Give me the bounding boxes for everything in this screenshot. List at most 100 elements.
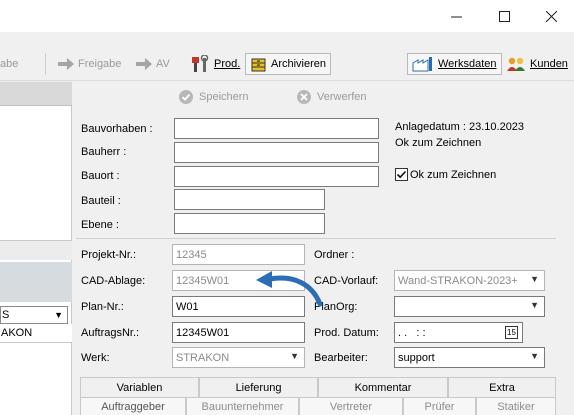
calendar-icon[interactable]: 15 xyxy=(505,326,518,339)
check-circle-icon xyxy=(179,90,193,104)
tab-statiker[interactable]: Statiker xyxy=(476,397,556,415)
toolbar-partial-label: abe xyxy=(0,58,19,70)
tab-label: Extra xyxy=(489,381,515,394)
left-panel-combo[interactable]: S ▼ xyxy=(0,306,68,324)
left-panel-row[interactable]: AKON xyxy=(0,324,72,343)
proddatum-input[interactable]: . . : : 15 xyxy=(394,322,523,343)
form-separator xyxy=(76,238,556,239)
bauort-input[interactable] xyxy=(174,166,379,187)
tab-extra[interactable]: Extra xyxy=(448,377,556,397)
bauteil-input[interactable] xyxy=(174,189,325,210)
tab-kommentar[interactable]: Kommentar xyxy=(318,377,448,397)
prod-label: Prod. xyxy=(214,58,241,70)
auftragsnr-label: AuftragsNr.: xyxy=(81,327,140,339)
bearbeiter-value: support xyxy=(398,351,435,364)
freigabe-label: Freigabe xyxy=(78,58,122,70)
tools-icon xyxy=(192,55,209,72)
tab-label: Bauunternehmer xyxy=(201,400,284,413)
proddatum-value: . . : : xyxy=(398,326,426,339)
minimize-icon xyxy=(450,16,462,17)
tabs-row-1: Variablen Lieferung Kommentar Extra xyxy=(80,377,556,397)
bauherr-input[interactable] xyxy=(174,142,379,163)
close-button[interactable] xyxy=(528,0,574,32)
werk-value: STRAKON xyxy=(176,351,230,364)
tab-variablen[interactable]: Variablen xyxy=(80,377,199,397)
anlagedatum-text: Anlagedatum : 23.10.2023 xyxy=(395,121,525,133)
kunden-button[interactable]: Kunden xyxy=(506,54,568,74)
werk-select[interactable]: STRAKON ▼ xyxy=(172,347,305,368)
archivieren-label: Archivieren xyxy=(271,58,327,70)
tab-label: Vertreter xyxy=(329,400,373,413)
toolbar-partial-button[interactable]: abe xyxy=(0,54,18,74)
tab-label: Kommentar xyxy=(354,381,412,394)
archivieren-button[interactable]: Archivieren xyxy=(245,53,332,75)
projektnr-label: Projekt-Nr.: xyxy=(81,249,137,261)
projektnr-field[interactable]: 12345 xyxy=(172,244,305,265)
chevron-down-icon: ▼ xyxy=(530,274,539,284)
minimize-button[interactable] xyxy=(433,0,479,32)
tab-auftraggeber[interactable]: Auftraggeber xyxy=(80,397,186,415)
tab-bauunternehmer[interactable]: Bauunternehmer xyxy=(186,397,299,415)
tab-lieferung[interactable]: Lieferung xyxy=(199,377,318,397)
bauvorhaben-input[interactable] xyxy=(174,118,379,139)
planorg-select[interactable]: ▼ xyxy=(394,296,545,317)
chevron-down-icon: ▼ xyxy=(530,300,539,310)
ok-zum-zeichnen-checkbox[interactable]: Ok zum Zeichnen xyxy=(395,168,496,181)
ok-zum-zeichnen-label: Ok zum Zeichnen xyxy=(410,168,497,181)
tab-label: Auftraggeber xyxy=(101,400,165,413)
auftragsnr-input[interactable]: 12345W01 xyxy=(172,322,305,343)
chevron-down-icon: ▼ xyxy=(54,310,63,320)
chevron-down-icon: ▼ xyxy=(530,351,539,361)
plannr-label: Plan-Nr.: xyxy=(81,301,124,313)
werk-label: Werk: xyxy=(81,352,110,364)
tab-label: Lieferung xyxy=(235,381,282,394)
bauvorhaben-label: Bauvorhaben : xyxy=(81,123,153,135)
tab-vertreter[interactable]: Vertreter xyxy=(299,397,403,415)
tab-pruefer[interactable]: Prüfer xyxy=(403,397,476,415)
toolbar-separator xyxy=(45,53,46,75)
cadvorlauf-select[interactable]: Wand-STRAKON-2023+ ▼ xyxy=(394,270,545,291)
freigabe-button[interactable]: Freigabe xyxy=(58,54,121,74)
tab-label: Variablen xyxy=(116,381,163,394)
ordner-label: Ordner : xyxy=(314,249,355,261)
left-panel-row-value: AKON xyxy=(1,327,33,339)
archive-icon xyxy=(251,58,266,71)
kunden-label: Kunden xyxy=(530,58,568,70)
maximize-icon xyxy=(498,10,510,22)
tabs-row-2: Auftraggeber Bauunternehmer Vertreter Pr… xyxy=(80,397,556,415)
ebene-label: Ebene : xyxy=(81,219,119,231)
speichern-label: Speichern xyxy=(199,91,249,103)
werksdaten-button[interactable]: Werksdaten xyxy=(407,53,502,75)
ebene-input[interactable] xyxy=(174,213,325,234)
cadablage-label: CAD-Ablage: xyxy=(81,275,146,287)
cadvorlauf-value: Wand-STRAKON-2023+ xyxy=(398,274,518,287)
customers-icon xyxy=(507,57,525,71)
speichern-button[interactable]: Speichern xyxy=(178,89,249,105)
annotation-arrow-icon xyxy=(256,271,323,307)
cancel-circle-icon xyxy=(297,90,311,104)
werksdaten-label: Werksdaten xyxy=(438,58,497,70)
arrow-right-icon xyxy=(58,58,74,70)
maximize-button[interactable] xyxy=(481,0,527,32)
arrow-right-icon xyxy=(136,58,152,70)
bauort-label: Bauort : xyxy=(81,170,120,182)
bauherr-label: Bauherr : xyxy=(81,146,127,158)
av-button[interactable]: AV xyxy=(136,54,170,74)
bearbeiter-select[interactable]: support ▼ xyxy=(394,347,545,368)
tab-label: Statiker xyxy=(497,400,535,413)
left-panel-header-2 xyxy=(0,262,72,302)
close-icon xyxy=(545,10,557,22)
left-panel-header xyxy=(0,82,72,106)
checkbox-checked-icon xyxy=(395,168,408,181)
cadablage-value: 12345W01 xyxy=(176,274,230,287)
factory-icon xyxy=(412,57,432,72)
proddatum-label: Prod. Datum: xyxy=(314,327,379,339)
tab-label: Prüfer xyxy=(424,400,455,413)
av-label: AV xyxy=(156,58,170,70)
prod-button[interactable]: Prod. xyxy=(192,54,240,74)
chevron-down-icon: ▼ xyxy=(290,351,299,361)
projektnr-value: 12345 xyxy=(176,248,207,261)
auftragsnr-value: 12345W01 xyxy=(176,326,230,339)
verwerfen-button[interactable]: Verwerfen xyxy=(296,89,367,105)
bauteil-label: Bauteil : xyxy=(81,195,121,207)
